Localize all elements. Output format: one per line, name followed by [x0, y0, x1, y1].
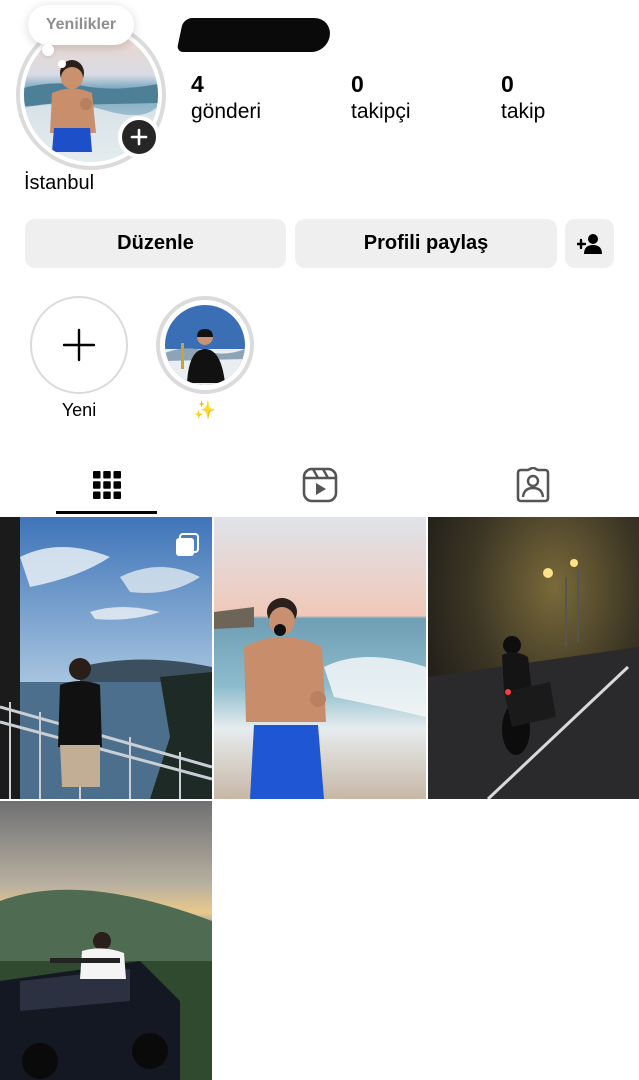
grid-icon [92, 471, 121, 499]
add-story-button[interactable] [118, 116, 160, 158]
edit-profile-button[interactable]: Düzenle [25, 219, 286, 268]
stat-followers-value: 0 [351, 71, 364, 97]
stat-followers-label: takipçi [351, 100, 411, 123]
notes-bubble[interactable]: Yenilikler [28, 5, 134, 45]
new-highlight-label: Yeni [61, 400, 97, 420]
notes-bubble-tail-small [58, 60, 66, 68]
post-tile-2[interactable] [214, 517, 426, 799]
active-tab-indicator [56, 511, 157, 514]
discover-people-button[interactable] [565, 219, 614, 268]
tagged-icon [516, 467, 549, 503]
highlight-label: ✨ [193, 400, 217, 420]
stat-followers[interactable]: 0 takipçi [351, 70, 411, 126]
tab-posts[interactable] [0, 456, 213, 514]
username-redacted [176, 18, 334, 52]
new-highlight-button[interactable] [30, 296, 128, 394]
post-tile-3[interactable] [428, 517, 639, 799]
stat-posts-value: 4 [191, 71, 204, 97]
stat-following[interactable]: 0 takip [501, 70, 545, 126]
stat-following-value: 0 [501, 71, 514, 97]
plus-icon [62, 328, 96, 362]
highlight-cover[interactable] [165, 305, 245, 385]
tab-tagged[interactable] [426, 456, 639, 514]
stat-following-label: takip [501, 100, 546, 123]
add-person-icon [576, 233, 602, 254]
post-tile-4[interactable] [0, 801, 212, 1080]
profile-location: İstanbul [24, 172, 95, 194]
stat-posts-label: gönderi [191, 100, 262, 123]
plus-icon [130, 128, 148, 146]
post-tile-1[interactable] [0, 517, 212, 799]
notes-bubble-tail [42, 44, 54, 56]
stat-posts[interactable]: 4 gönderi [191, 70, 261, 126]
tab-reels[interactable] [213, 456, 426, 514]
reels-icon [302, 467, 337, 503]
share-profile-button[interactable]: Profili paylaş [295, 219, 557, 268]
